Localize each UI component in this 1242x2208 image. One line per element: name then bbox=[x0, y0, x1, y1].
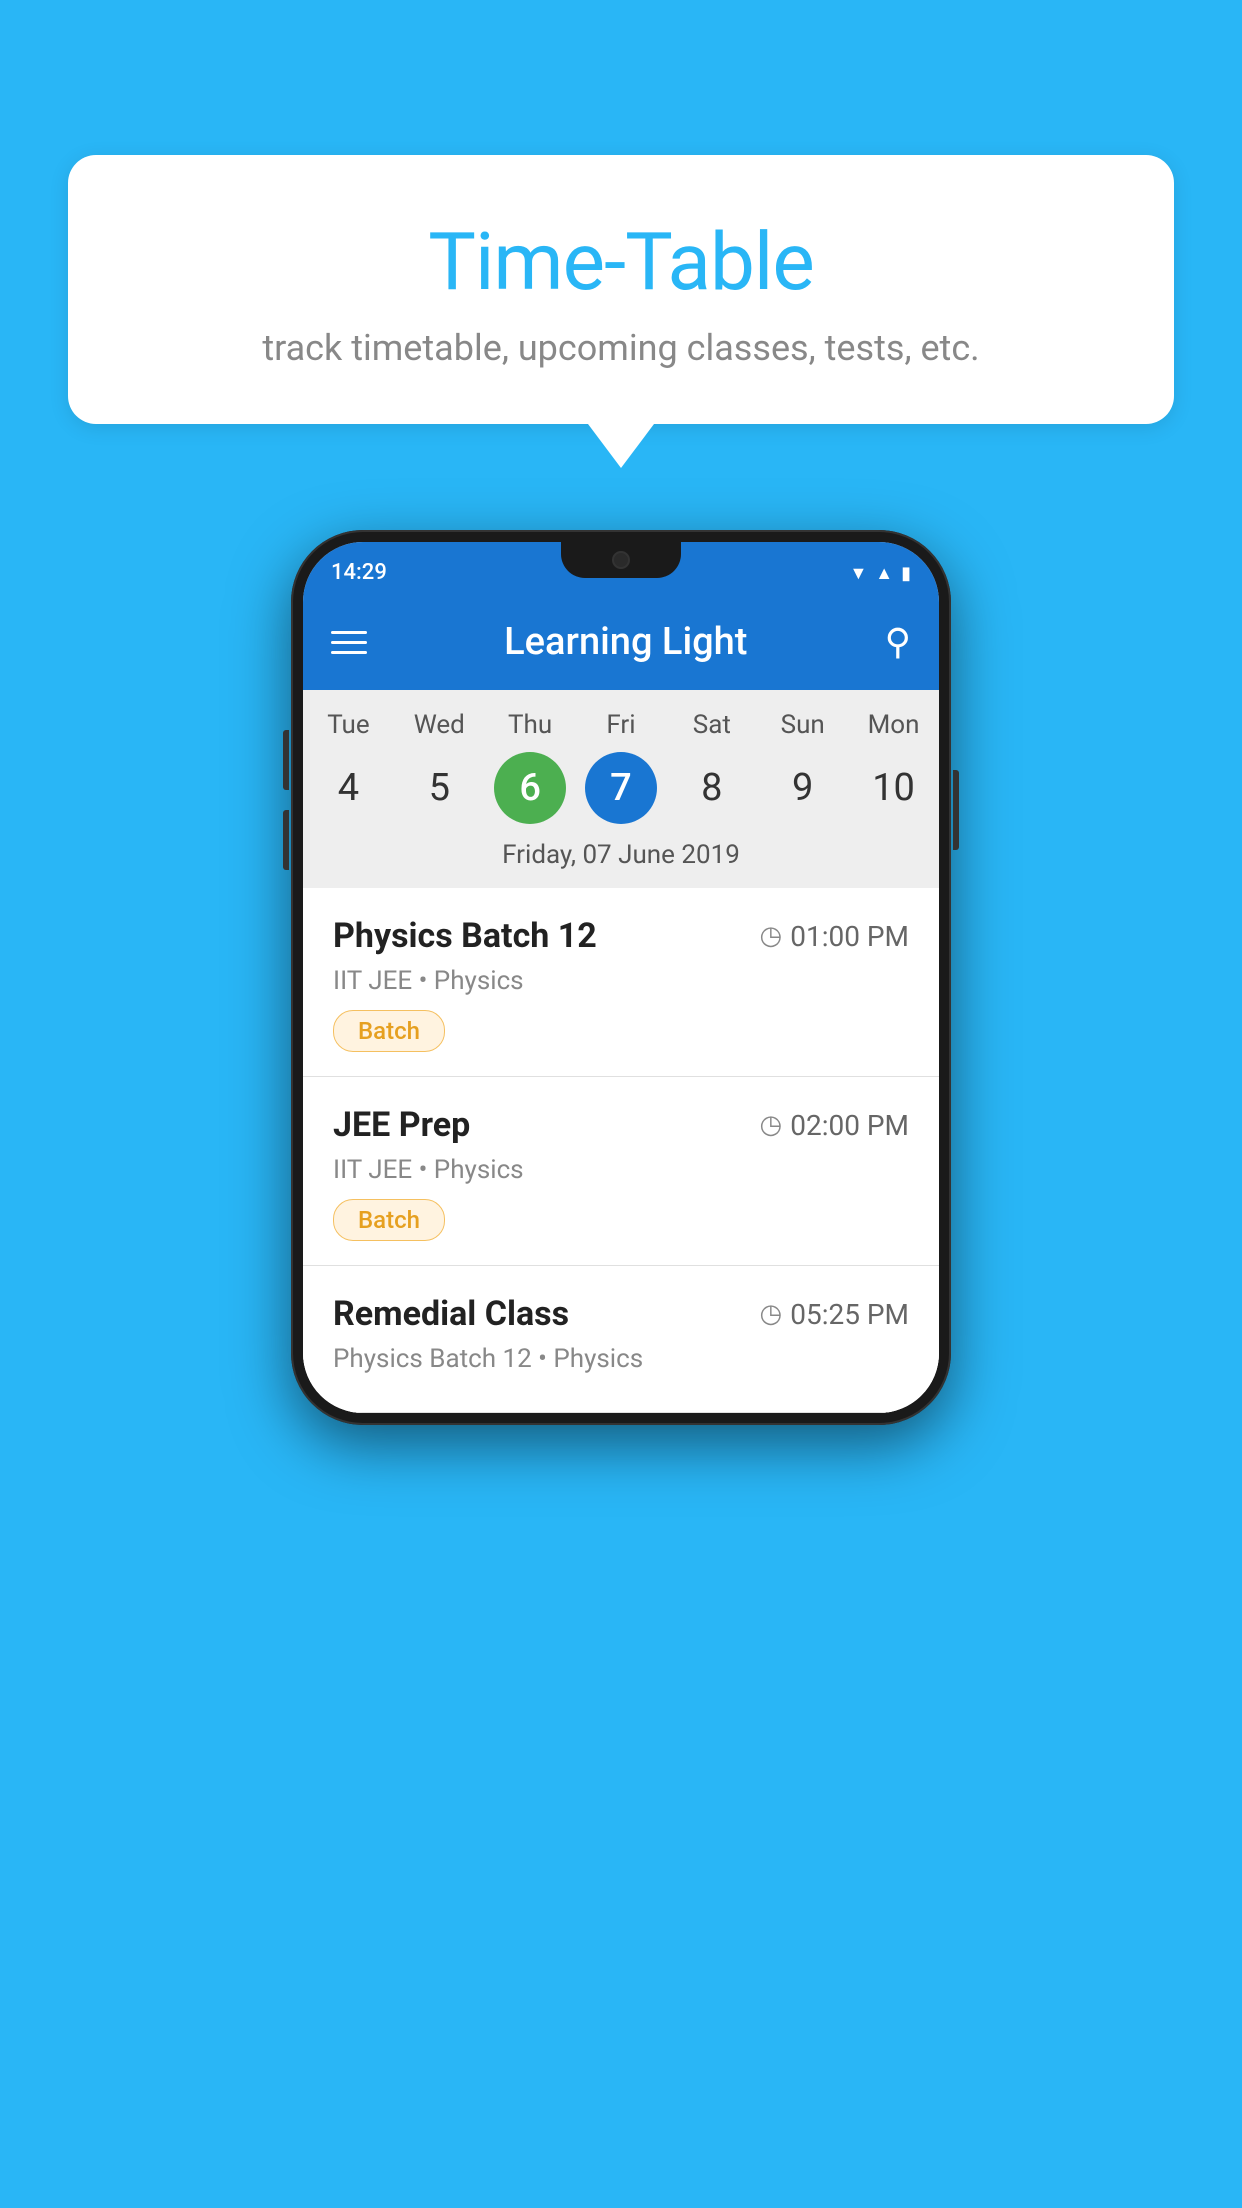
speech-bubble: Time-Table track timetable, upcoming cla… bbox=[68, 155, 1174, 424]
day-7-selected[interactable]: 7 bbox=[585, 752, 657, 824]
app-bar: Learning Light ⚲ bbox=[303, 594, 939, 690]
batch-tag-1: Batch bbox=[333, 1010, 445, 1052]
schedule-item-3-header: Remedial Class ◷ 05:25 PM bbox=[333, 1294, 909, 1334]
front-camera bbox=[612, 551, 630, 569]
schedule-item-1[interactable]: Physics Batch 12 ◷ 01:00 PM IIT JEE • Ph… bbox=[303, 888, 939, 1077]
bubble-subtitle: track timetable, upcoming classes, tests… bbox=[108, 327, 1134, 369]
app-title: Learning Light bbox=[391, 620, 861, 664]
schedule-list: Physics Batch 12 ◷ 01:00 PM IIT JEE • Ph… bbox=[303, 888, 939, 1413]
day-4[interactable]: 4 bbox=[312, 752, 384, 824]
schedule-item-1-subtitle: IIT JEE • Physics bbox=[333, 966, 909, 996]
day-10[interactable]: 10 bbox=[858, 752, 930, 824]
status-icons bbox=[849, 560, 911, 584]
schedule-item-3-title: Remedial Class bbox=[333, 1294, 569, 1334]
day-label-sat: Sat bbox=[666, 710, 757, 740]
day-5[interactable]: 5 bbox=[403, 752, 475, 824]
phone-shell: 14:29 Learning Light ⚲ bbox=[291, 530, 951, 1425]
phone-mockup: 14:29 Learning Light ⚲ bbox=[291, 530, 951, 1425]
clock-icon-3: ◷ bbox=[760, 1299, 783, 1329]
schedule-item-3-time: ◷ 05:25 PM bbox=[760, 1298, 909, 1331]
schedule-item-2-header: JEE Prep ◷ 02:00 PM bbox=[333, 1105, 909, 1145]
schedule-item-1-time: ◷ 01:00 PM bbox=[760, 920, 909, 953]
volume-down-button bbox=[283, 810, 289, 870]
phone-notch bbox=[561, 542, 681, 578]
search-icon[interactable]: ⚲ bbox=[885, 621, 911, 663]
schedule-item-1-title: Physics Batch 12 bbox=[333, 916, 597, 956]
schedule-item-3-subtitle: Physics Batch 12 • Physics bbox=[333, 1344, 909, 1374]
day-label-wed: Wed bbox=[394, 710, 485, 740]
bubble-title: Time-Table bbox=[108, 215, 1134, 309]
power-button bbox=[953, 770, 959, 850]
day-label-mon: Mon bbox=[848, 710, 939, 740]
day-label-sun: Sun bbox=[757, 710, 848, 740]
battery-icon bbox=[901, 560, 911, 584]
calendar-strip: Tue Wed Thu Fri Sat Sun Mon 4 5 6 7 8 9 … bbox=[303, 690, 939, 888]
speech-bubble-container: Time-Table track timetable, upcoming cla… bbox=[68, 155, 1174, 424]
schedule-item-1-header: Physics Batch 12 ◷ 01:00 PM bbox=[333, 916, 909, 956]
selected-date-label: Friday, 07 June 2019 bbox=[303, 840, 939, 888]
day-9[interactable]: 9 bbox=[767, 752, 839, 824]
signal-icon bbox=[875, 560, 893, 584]
clock-icon-1: ◷ bbox=[760, 921, 783, 951]
clock-icon-2: ◷ bbox=[760, 1110, 783, 1140]
schedule-item-3[interactable]: Remedial Class ◷ 05:25 PM Physics Batch … bbox=[303, 1266, 939, 1413]
wifi-icon bbox=[849, 560, 867, 584]
day-labels: Tue Wed Thu Fri Sat Sun Mon bbox=[303, 710, 939, 740]
day-label-tue: Tue bbox=[303, 710, 394, 740]
day-numbers: 4 5 6 7 8 9 10 bbox=[303, 752, 939, 824]
schedule-item-2[interactable]: JEE Prep ◷ 02:00 PM IIT JEE • Physics Ba… bbox=[303, 1077, 939, 1266]
day-8[interactable]: 8 bbox=[676, 752, 748, 824]
day-label-fri: Fri bbox=[576, 710, 667, 740]
schedule-item-2-time: ◷ 02:00 PM bbox=[760, 1109, 909, 1142]
schedule-item-2-subtitle: IIT JEE • Physics bbox=[333, 1155, 909, 1185]
day-6-today[interactable]: 6 bbox=[494, 752, 566, 824]
menu-icon[interactable] bbox=[331, 631, 367, 654]
volume-up-button bbox=[283, 730, 289, 790]
status-time: 14:29 bbox=[331, 560, 387, 585]
batch-tag-2: Batch bbox=[333, 1199, 445, 1241]
day-label-thu: Thu bbox=[485, 710, 576, 740]
schedule-item-2-title: JEE Prep bbox=[333, 1105, 470, 1145]
phone-screen: 14:29 Learning Light ⚲ bbox=[303, 542, 939, 1413]
